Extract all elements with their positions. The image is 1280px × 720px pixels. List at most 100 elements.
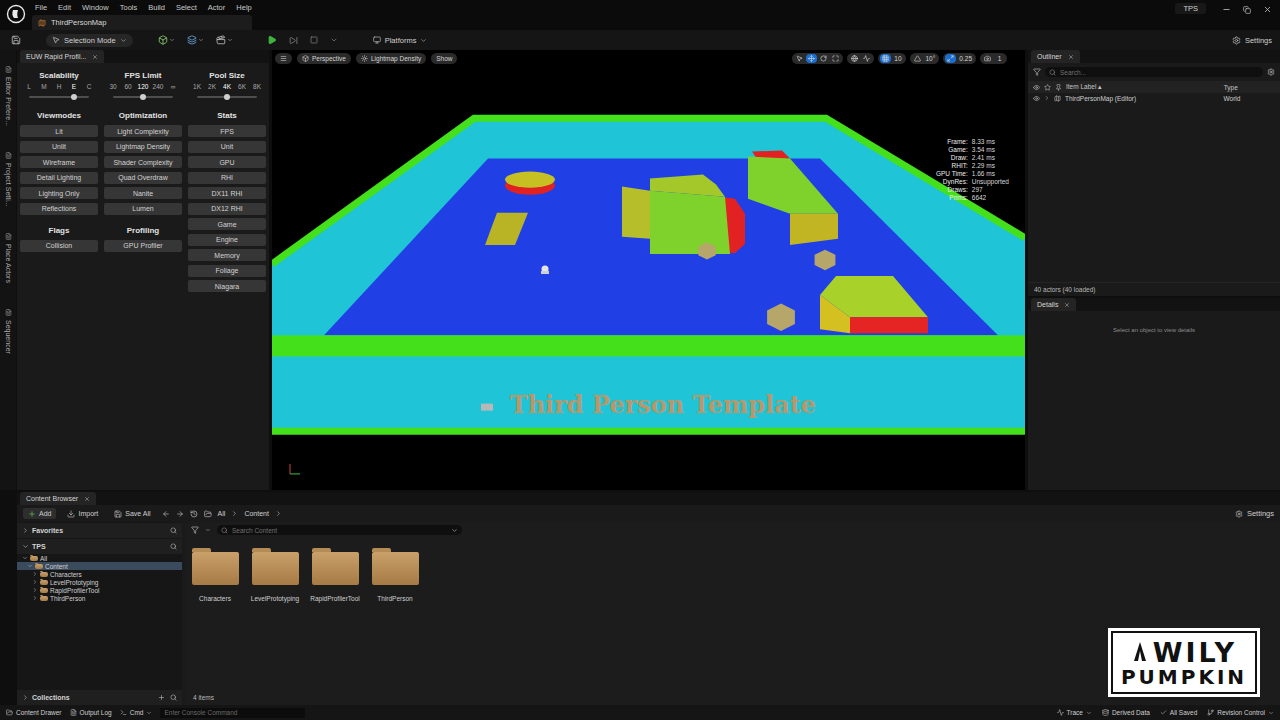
outliner-search[interactable]: Search...: [1045, 67, 1263, 77]
tree-item[interactable]: RapidProfilerTool: [17, 586, 182, 594]
profiler-button[interactable]: RHI: [188, 172, 266, 184]
side-tab[interactable]: Sequencer: [5, 309, 12, 354]
camera-speed[interactable]: 1: [980, 53, 1007, 64]
slider-track[interactable]: [197, 96, 257, 98]
transform-tool[interactable]: [806, 54, 817, 63]
menu-item[interactable]: Build: [148, 3, 165, 12]
profiler-button[interactable]: Unit: [188, 141, 266, 153]
play-button[interactable]: [264, 35, 280, 45]
snap-value[interactable]: 10°: [924, 54, 938, 63]
hex-prop[interactable]: [698, 242, 715, 259]
snap-toggle[interactable]: [912, 54, 923, 63]
asset-search[interactable]: Search Content: [217, 525, 462, 535]
profiler-button[interactable]: Unlit: [20, 141, 98, 153]
profiler-button[interactable]: Quad Overdraw: [104, 172, 182, 184]
stop-button[interactable]: [307, 36, 321, 44]
eject-button[interactable]: [327, 36, 341, 44]
profiler-button[interactable]: Lumen: [104, 203, 182, 215]
import-button[interactable]: Import: [62, 508, 103, 519]
profiler-button[interactable]: Memory: [188, 249, 266, 261]
menu-item[interactable]: Help: [236, 3, 251, 12]
slider[interactable]: [104, 93, 182, 101]
derived-data-button[interactable]: Derived Data: [1102, 709, 1150, 716]
viewport[interactable]: Third Person TemplatePerspectiveLightmap…: [272, 50, 1025, 490]
slider-option[interactable]: C: [82, 83, 96, 90]
profiler-button[interactable]: Engine: [188, 234, 266, 246]
panel-tab[interactable]: EUW Rapid Profil...: [20, 50, 104, 63]
slider-knob[interactable]: [71, 94, 77, 100]
profiler-button[interactable]: GPU Profiler: [104, 240, 182, 252]
advance-frame-button[interactable]: [286, 36, 301, 45]
transform-tool[interactable]: [794, 54, 805, 63]
cinematics-button[interactable]: [213, 35, 236, 45]
player-start-icon[interactable]: [541, 265, 549, 274]
column-header[interactable]: Type: [1224, 84, 1275, 91]
collections-header[interactable]: Collections: [17, 690, 182, 705]
perspective-dropdown[interactable]: Perspective: [297, 53, 351, 64]
profiler-button[interactable]: Lighting Only: [20, 187, 98, 199]
add-button[interactable]: Add: [23, 508, 56, 519]
column-header[interactable]: Item Label ▴: [1066, 83, 1220, 91]
menu-item[interactable]: Window: [82, 3, 109, 12]
viewport-menu-button[interactable]: [275, 53, 292, 64]
snap-control[interactable]: 0.25: [943, 53, 976, 64]
profiler-button[interactable]: Light Complexity: [104, 125, 182, 137]
profiler-button[interactable]: FPS: [188, 125, 266, 137]
save-button[interactable]: [8, 35, 24, 45]
profiler-button[interactable]: Detail Lighting: [20, 172, 98, 184]
save-all-button[interactable]: Save All: [109, 508, 155, 519]
content-drawer-button[interactable]: Content Drawer: [6, 709, 62, 716]
panel-tab[interactable]: Outliner: [1031, 50, 1080, 63]
slider-option[interactable]: 30: [106, 83, 120, 90]
slider-option[interactable]: 2K: [205, 83, 219, 90]
favorites-header[interactable]: Favorites: [17, 523, 182, 538]
slider-option[interactable]: E: [67, 83, 81, 90]
add-actor-button[interactable]: [155, 35, 178, 45]
camera-speed-value[interactable]: 1: [994, 54, 1005, 63]
slider-knob[interactable]: [140, 94, 146, 100]
profiler-button[interactable]: Reflections: [20, 203, 98, 215]
tree-item[interactable]: Characters: [17, 570, 182, 578]
slider[interactable]: [188, 93, 266, 101]
profiler-button[interactable]: Foliage: [188, 265, 266, 277]
console-input[interactable]: Enter Console Command: [160, 708, 305, 718]
profiler-button[interactable]: Lit: [20, 125, 98, 137]
surface-snap-button[interactable]: [861, 54, 872, 63]
slider-track[interactable]: [29, 96, 89, 98]
ramp[interactable]: [485, 213, 528, 245]
hex-prop[interactable]: [767, 304, 795, 331]
profiler-button[interactable]: Wireframe: [20, 156, 98, 168]
text-actor-icon[interactable]: [481, 404, 493, 411]
snap-value[interactable]: 0.25: [957, 54, 974, 63]
slider-option[interactable]: M: [37, 83, 51, 90]
show-dropdown[interactable]: Show: [431, 53, 457, 64]
engine-logo[interactable]: [0, 0, 32, 30]
profiler-button[interactable]: Lightmap Density: [104, 141, 182, 153]
profiler-button[interactable]: DX11 RHI: [188, 187, 266, 199]
snap-toggle[interactable]: [880, 54, 891, 63]
menu-item[interactable]: File: [35, 3, 47, 12]
mode-dropdown[interactable]: Selection Mode: [46, 34, 133, 47]
slider-option[interactable]: 240: [151, 83, 165, 90]
slider-option[interactable]: 120: [136, 83, 150, 90]
tree-item[interactable]: Content: [17, 562, 182, 570]
slider-option[interactable]: 6K: [235, 83, 249, 90]
menu-item[interactable]: Edit: [58, 3, 71, 12]
project-header[interactable]: TPS: [17, 539, 182, 554]
trace-dropdown[interactable]: Trace: [1057, 709, 1092, 716]
path-segment[interactable]: All: [218, 510, 226, 517]
level-scene[interactable]: Third Person Template: [272, 50, 1025, 490]
tree-item[interactable]: LevelPrototyping: [17, 578, 182, 586]
block-front[interactable]: [850, 317, 928, 333]
slider-track[interactable]: [113, 96, 173, 98]
folder-tile[interactable]: RapidProfilerTool: [311, 548, 359, 602]
save-state[interactable]: All Saved: [1160, 709, 1197, 716]
hex-prop[interactable]: [815, 250, 836, 270]
profiler-button[interactable]: Collision: [20, 240, 98, 252]
snap-toggle[interactable]: [945, 54, 956, 63]
profiler-button[interactable]: Niagara: [188, 280, 266, 292]
slider-option[interactable]: H: [52, 83, 66, 90]
snap-value[interactable]: 10: [892, 54, 903, 63]
side-tab[interactable]: Project Setti...: [5, 152, 12, 207]
transform-tool[interactable]: [818, 54, 829, 63]
